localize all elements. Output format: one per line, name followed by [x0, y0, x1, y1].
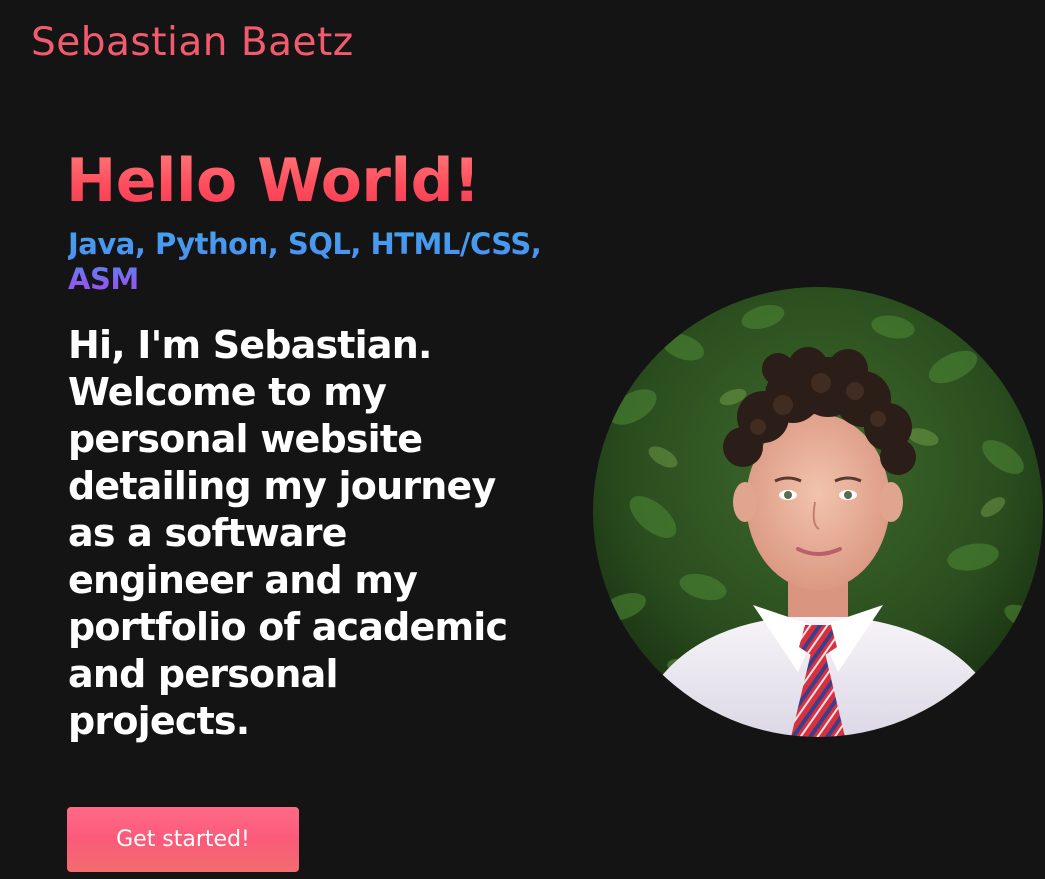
- page: Sebastian Baetz Hello World! Java, Pytho…: [0, 0, 1045, 879]
- profile-photo: [593, 287, 1043, 737]
- profile-photo-illustration: [593, 287, 1043, 737]
- skills-subtitle: Java, Python, SQL, HTML/CSS, ASM: [68, 227, 588, 297]
- get-started-button[interactable]: Get started!: [67, 807, 299, 872]
- hero-title: Hello World!: [66, 146, 480, 216]
- intro-text: Hi, I'm Sebastian. Welcome to my persona…: [68, 323, 508, 743]
- site-logo-link[interactable]: Sebastian Baetz: [31, 21, 354, 65]
